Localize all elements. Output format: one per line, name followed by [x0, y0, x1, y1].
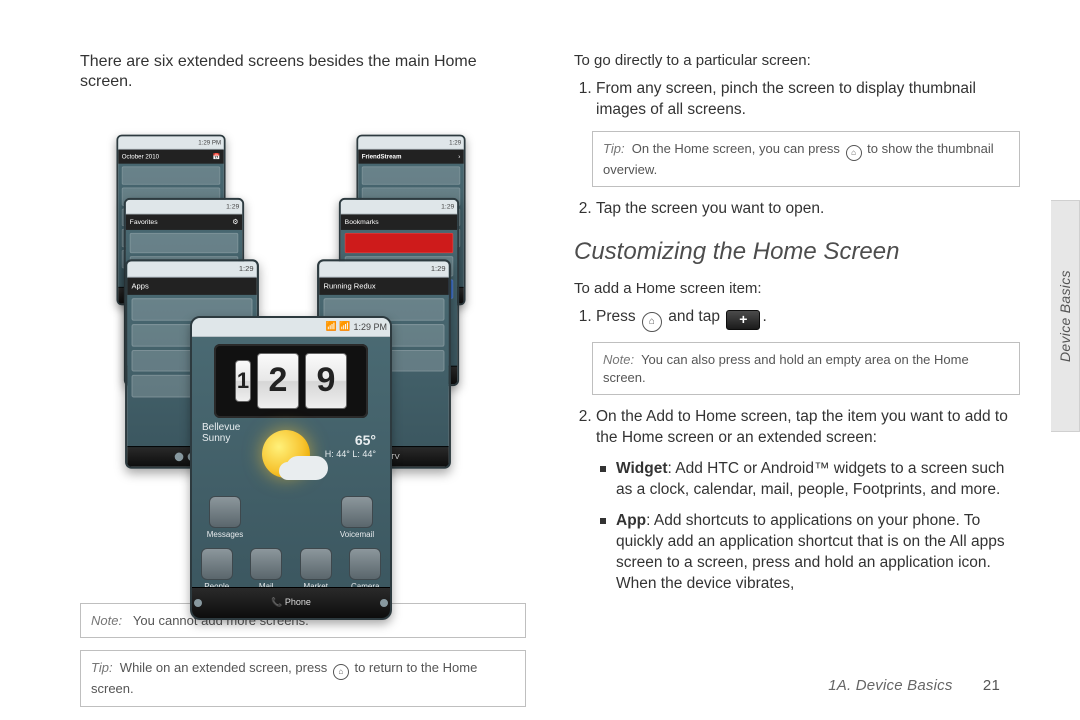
step: On the Add to Home screen, tap the item … — [596, 407, 1020, 449]
tip-box: Tip: While on an extended screen, press … — [80, 650, 526, 707]
temp-hilo: H: 44° L: 44° — [325, 449, 376, 459]
note-box-2: Note: You can also press and hold an emp… — [592, 342, 1020, 395]
step-post: . — [762, 308, 766, 325]
app-label: Messages — [207, 530, 243, 539]
bullet-item: App: Add shortcuts to applications on yo… — [616, 511, 1020, 595]
step-list-2b: On the Add to Home screen, tap the item … — [574, 407, 1020, 449]
term: App — [616, 512, 646, 529]
app-row-2: People Mail Market Camera — [192, 548, 390, 591]
topbar-label: FriendStream — [362, 153, 402, 159]
chapter-label: 1A. Device Basics — [828, 677, 952, 694]
page-footer: 1A. Device Basics 21 — [828, 677, 1000, 694]
term: Widget — [616, 460, 668, 477]
bullet-list: Widget: Add HTC or Android™ widgets to a… — [598, 459, 1020, 595]
temp: 65° — [355, 432, 376, 448]
step: From any screen, pinch the screen to dis… — [596, 79, 1020, 121]
step-list-1: From any screen, pinch the screen to dis… — [574, 79, 1020, 121]
tip-pre: While on an extended screen, press — [120, 660, 327, 675]
section-tab: Device Basics — [1051, 200, 1080, 432]
topbar-label: Bookmarks — [345, 219, 379, 226]
subheading-go-directly: To go directly to a particular screen: — [574, 52, 1020, 69]
status-time: 1:29 PM — [353, 322, 387, 332]
bullet-body: : Add shortcuts to applications on your … — [616, 512, 1005, 592]
tip-lead: Tip: — [91, 660, 113, 675]
step: Press ⌂ and tap +. — [596, 307, 1020, 332]
status-time: 1:29 PM — [198, 139, 221, 145]
city: Bellevue — [202, 422, 240, 433]
home-button-icon: ⌂ — [846, 145, 862, 161]
bullet-item: Widget: Add HTC or Android™ widgets to a… — [616, 459, 1020, 501]
subheading-add-item: To add a Home screen item: — [574, 280, 1020, 297]
tip-pre: On the Home screen, you can press — [632, 141, 840, 156]
phone-center-home: 📶 📶 1:29 PM 1 2 9 Bellevue Sunny — [190, 316, 392, 620]
plus-icon: + — [726, 310, 760, 330]
flip-clock-widget: 1 2 9 — [214, 344, 368, 418]
note-body: You can also press and hold an empty are… — [603, 352, 969, 385]
clock-min-2: 9 — [305, 353, 347, 409]
condition: Sunny — [202, 433, 230, 444]
home-button-icon: ⌂ — [333, 664, 349, 680]
page-number: 21 — [983, 677, 1000, 694]
step-list-2: Press ⌂ and tap +. — [574, 307, 1020, 332]
note-lead: Note: — [603, 352, 634, 367]
phone-thumbnails-figure: 1:29 PM October 2010📅 1:29 FriendStream› — [74, 111, 514, 591]
clock-hour: 1 — [235, 360, 251, 402]
sun-cloud-icon — [262, 430, 310, 478]
app-row-1: Messages Voicemail — [192, 496, 390, 539]
topbar-label: Running Redux — [324, 282, 376, 290]
dock-label: 📞 Phone — [271, 597, 311, 608]
step-list-1b: Tap the screen you want to open. — [574, 199, 1020, 220]
home-button-icon: ⌂ — [642, 312, 662, 332]
step: Tap the screen you want to open. — [596, 199, 1020, 220]
phone-dock: 📞 Phone — [192, 587, 390, 618]
step-mid: and tap — [668, 308, 720, 325]
tip-box-2: Tip: On the Home screen, you can press ⌂… — [592, 131, 1020, 188]
step-pre: Press — [596, 308, 636, 325]
tip-lead: Tip: — [603, 141, 625, 156]
app-label: Voicemail — [340, 530, 374, 539]
clock-min-1: 2 — [257, 353, 299, 409]
note-lead: Note: — [91, 613, 122, 628]
intro-text: There are six extended screens besides t… — [80, 52, 526, 93]
section-heading: Customizing the Home Screen — [574, 238, 1020, 266]
bullet-body: : Add HTC or Android™ widgets to a scree… — [616, 460, 1004, 498]
